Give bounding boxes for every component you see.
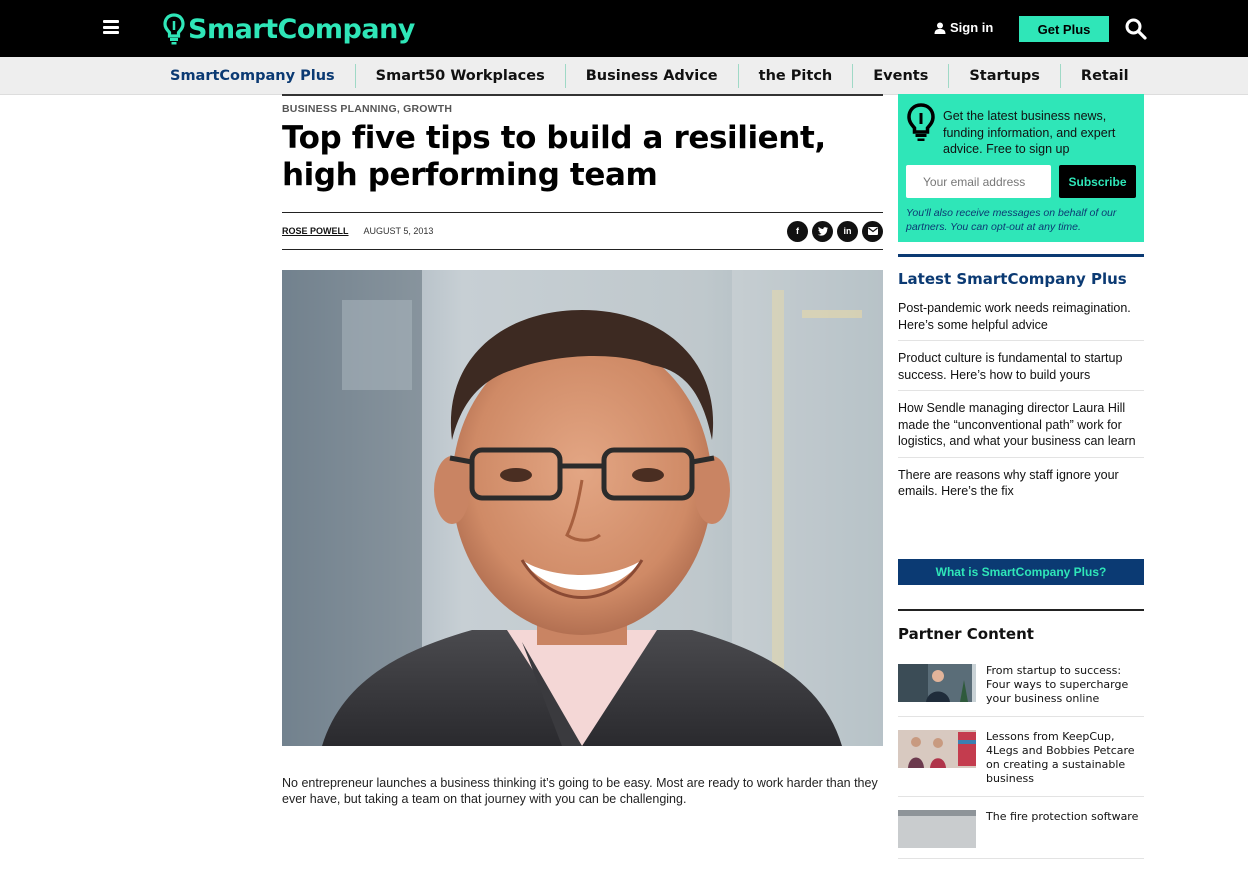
thumbnail-image	[898, 810, 976, 848]
sign-in-label: Sign in	[950, 20, 994, 35]
user-icon	[934, 22, 946, 34]
list-item[interactable]: Lessons from KeepCup, 4Legs and Bobbies …	[898, 730, 1144, 797]
facebook-icon[interactable]: f	[787, 220, 808, 242]
list-item[interactable]: Product culture is fundamental to startu…	[898, 350, 1144, 391]
article-categories: BUSINESS PLANNING, GROWTH	[282, 103, 453, 115]
nav-item-events[interactable]: Events	[853, 63, 950, 88]
share-buttons: f in	[787, 220, 883, 242]
partner-heading: Partner Content	[898, 625, 1034, 643]
nav-item-business-advice[interactable]: Business Advice	[566, 63, 739, 88]
linkedin-icon[interactable]: in	[837, 220, 858, 242]
author-link[interactable]: ROSE POWELL	[282, 226, 349, 236]
sign-in-link[interactable]: Sign in	[934, 20, 993, 35]
lightbulb-icon	[907, 103, 935, 141]
plus-heading: Latest SmartCompany Plus	[898, 270, 1127, 288]
email-input[interactable]: Your email address	[906, 165, 1051, 198]
thumbnail-image	[898, 664, 976, 702]
nav-item-retail[interactable]: Retail	[1061, 64, 1149, 88]
lightbulb-icon	[163, 13, 185, 45]
hero-image	[282, 270, 883, 746]
logo-text: SmartCompany	[188, 13, 415, 45]
nav-item-the-pitch[interactable]: the Pitch	[739, 63, 854, 88]
optout-note: You'll also receive messages on behalf o…	[906, 207, 1117, 233]
subscribe-button[interactable]: Subscribe	[1059, 165, 1136, 198]
signup-description: Get the latest business news, funding in…	[943, 109, 1116, 156]
category-link[interactable]: GROWTH	[403, 103, 452, 115]
sidebar: Get the latest business news, funding in…	[898, 94, 1144, 859]
search-icon[interactable]	[1125, 18, 1147, 40]
category-link[interactable]: BUSINESS PLANNING	[282, 103, 397, 115]
partner-item-title: Lessons from KeepCup, 4Legs and Bobbies …	[986, 730, 1135, 785]
top-bar: SmartCompany Sign in Get Plus	[0, 0, 1248, 57]
menu-icon[interactable]	[103, 20, 119, 34]
list-item[interactable]: From startup to success: Four ways to su…	[898, 664, 1144, 717]
publish-date: AUGUST 5, 2013	[363, 226, 434, 236]
twitter-icon[interactable]	[812, 220, 833, 242]
list-item[interactable]: The fire protection software	[898, 810, 1144, 859]
article: BUSINESS PLANNING, GROWTH Top five tips …	[282, 94, 883, 806]
partner-content-list: From startup to success: Four ways to su…	[898, 664, 1144, 872]
nav-item-smart50-workplaces[interactable]: Smart50 Workplaces	[356, 63, 566, 88]
plus-article-list: Post-pandemic work needs reimagination. …	[898, 300, 1144, 516]
what-is-plus-button[interactable]: What is SmartCompany Plus?	[898, 559, 1144, 585]
plus-section-header: Latest SmartCompany Plus	[898, 254, 1144, 288]
logo[interactable]: SmartCompany	[163, 12, 415, 46]
nav-item-startups[interactable]: Startups	[949, 63, 1061, 88]
get-plus-button[interactable]: Get Plus	[1019, 16, 1109, 42]
list-item[interactable]: Post-pandemic work needs reimagination. …	[898, 300, 1144, 341]
thumbnail-image	[898, 730, 976, 768]
partner-section-header: Partner Content	[898, 609, 1144, 643]
list-item[interactable]: There are reasons why staff ignore your …	[898, 467, 1144, 507]
byline: ROSE POWELL AUGUST 5, 2013 f in	[282, 212, 883, 250]
partner-item-title: From startup to success: Four ways to su…	[986, 664, 1129, 705]
newsletter-signup: Get the latest business news, funding in…	[898, 94, 1144, 242]
article-lede: No entrepreneur launches a business thin…	[282, 775, 878, 807]
email-icon[interactable]	[862, 220, 883, 242]
divider	[282, 94, 883, 96]
article-title: Top five tips to build a resilient, high…	[282, 120, 826, 193]
category-nav: SmartCompany Plus Smart50 Workplaces Bus…	[0, 57, 1248, 95]
partner-item-title: The fire protection software	[986, 810, 1139, 823]
nav-item-smartcompany-plus[interactable]: SmartCompany Plus	[150, 63, 356, 88]
list-item[interactable]: How Sendle managing director Laura Hill …	[898, 400, 1144, 458]
